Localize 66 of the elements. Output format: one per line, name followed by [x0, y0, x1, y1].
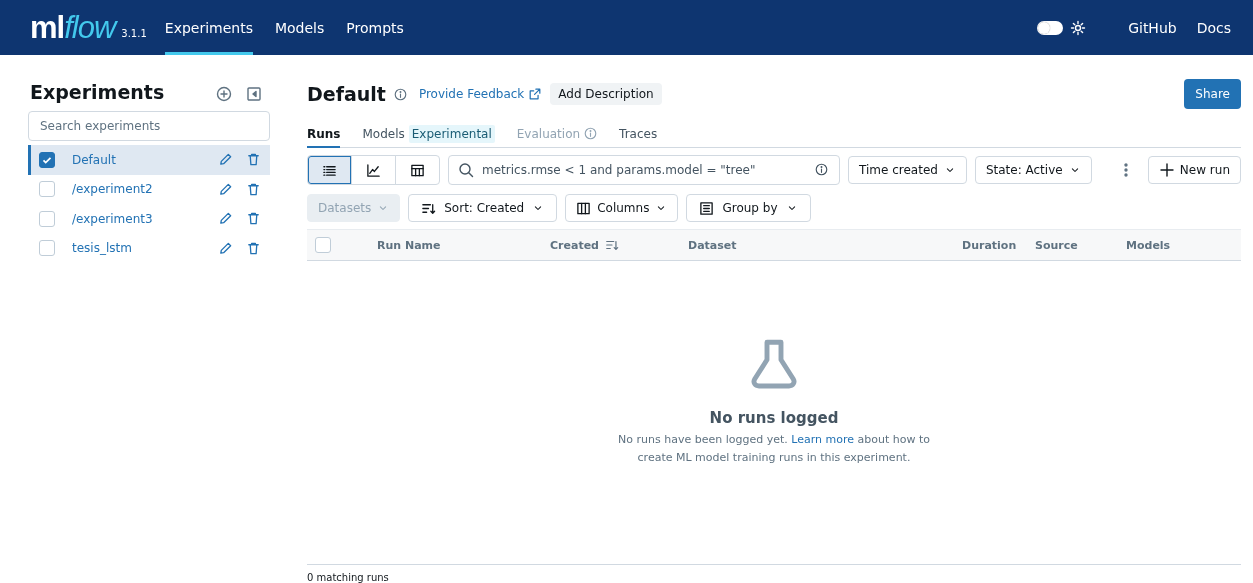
experiment-title: Default	[307, 83, 386, 105]
trash-icon[interactable]	[246, 211, 261, 227]
version-label: 3.1.1	[121, 28, 147, 39]
learn-more-link[interactable]: Learn more	[791, 432, 854, 446]
tab-badge: Experimental	[408, 124, 495, 143]
checkbox[interactable]	[39, 151, 55, 168]
pencil-icon[interactable]	[218, 240, 233, 256]
column-header[interactable]: Run Name	[377, 238, 550, 252]
sort-dropdown[interactable]: Sort: Created	[408, 194, 558, 222]
header-link[interactable]: GitHub	[1128, 19, 1177, 36]
tab[interactable]: Runs	[307, 121, 341, 148]
nav-link[interactable]: Prompts	[346, 0, 404, 55]
table-icon	[410, 162, 425, 178]
columns-icon	[576, 200, 592, 216]
new-run-button[interactable]: New run	[1147, 156, 1241, 184]
experiment-item[interactable]: /experiment2	[28, 174, 270, 204]
nav-link[interactable]: Experiments	[164, 0, 253, 55]
column-header[interactable]: Dataset	[688, 238, 962, 252]
column-header[interactable]: Created	[550, 238, 688, 252]
group-by-dropdown[interactable]: Group by	[686, 194, 811, 222]
share-button[interactable]: Share	[1184, 79, 1241, 109]
sidebar-title: Experiments	[30, 81, 166, 103]
nav-link[interactable]: Models	[274, 0, 325, 55]
mlflow-logo[interactable]: mlflow	[30, 9, 116, 46]
column-header[interactable]: Models	[1126, 238, 1241, 252]
list-icon	[699, 200, 715, 216]
experiment-item[interactable]: /experiment3	[28, 204, 270, 234]
header-link[interactable]: Docs	[1196, 19, 1231, 36]
view-toggle-button[interactable]	[307, 155, 352, 185]
empty-state-text: No runs have been logged yet. Learn more about how to create ML model training runs in this experiment.	[617, 431, 931, 466]
add-description-button[interactable]: Add Description	[550, 83, 662, 105]
pencil-icon[interactable]	[218, 181, 233, 197]
time-dropdown[interactable]: Time created	[848, 156, 967, 184]
trash-icon[interactable]	[246, 152, 261, 168]
feedback-link[interactable]: Provide Feedback	[418, 87, 543, 101]
pencil-icon[interactable]	[218, 152, 233, 168]
column-header[interactable]: Source	[1035, 238, 1126, 252]
columns-dropdown[interactable]: Columns	[565, 194, 679, 222]
experiment-item[interactable]: tesis_lstm	[28, 233, 270, 263]
theme-toggle[interactable]	[1037, 20, 1064, 35]
view-toggle-button[interactable]	[395, 155, 440, 185]
tab[interactable]: Models Experimental	[362, 121, 495, 148]
trash-icon[interactable]	[246, 240, 261, 256]
view-toggle-button[interactable]	[351, 155, 396, 185]
search-field[interactable]: Search experiments	[28, 111, 270, 141]
experiment-name[interactable]: Default	[72, 152, 205, 167]
column-header[interactable]: Duration	[962, 238, 1035, 252]
run-count: 0 matching runs	[307, 572, 389, 583]
search-icon	[458, 162, 474, 178]
experiment-name[interactable]: /experiment3	[72, 211, 205, 226]
tab[interactable]: Traces	[619, 121, 658, 148]
line-chart-icon	[366, 162, 381, 178]
info-icon[interactable]	[393, 87, 407, 101]
trash-icon[interactable]	[246, 181, 261, 197]
external-link-icon	[528, 87, 543, 101]
plus-icon	[1158, 162, 1175, 178]
experiment-item[interactable]: Default	[28, 145, 270, 175]
experiment-name[interactable]: /experiment2	[72, 182, 205, 197]
state-dropdown[interactable]: State: Active	[974, 156, 1092, 184]
collapse-sidebar-icon[interactable]	[246, 86, 262, 102]
experiment-name[interactable]: tesis_lstm	[72, 241, 205, 256]
pencil-icon[interactable]	[218, 211, 233, 227]
empty-state-title: No runs logged	[709, 408, 839, 427]
add-icon[interactable]	[216, 86, 232, 102]
info-icon	[815, 163, 828, 176]
search-field[interactable]: metrics.rmse < 1 and params.model = "tree"	[448, 155, 840, 185]
